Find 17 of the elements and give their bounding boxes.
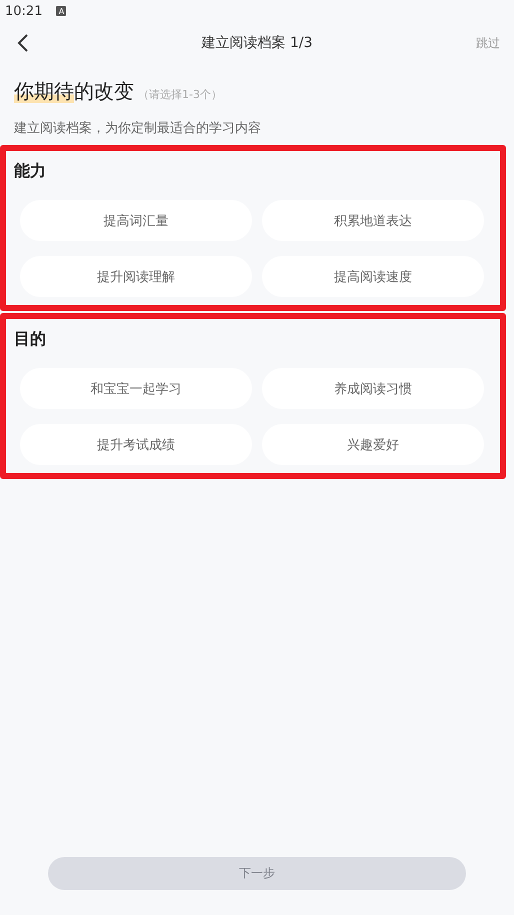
option-chip[interactable]: 积累地道表达 [262,200,484,241]
heading: 你期待的改变 [14,78,134,105]
option-chip[interactable]: 和宝宝一起学习 [20,368,252,409]
notification-badge: A [56,6,66,16]
back-icon[interactable] [17,34,29,52]
section-title: 能力 [13,161,47,182]
subtitle: 建立阅读档案，为你定制最适合的学习内容 [13,120,262,137]
option-chip[interactable]: 兴趣爱好 [262,424,484,465]
option-chip[interactable]: 提高词汇量 [20,200,252,241]
selection-hint: （请选择1-3个） [138,87,222,102]
option-chip[interactable]: 提高阅读速度 [262,256,484,297]
option-chip[interactable]: 提升阅读理解 [20,256,252,297]
option-chip[interactable]: 养成阅读习惯 [262,368,484,409]
status-time: 10:21 [5,4,42,18]
page-title: 建立阅读档案 1/3 [202,34,312,52]
option-chip[interactable]: 提升考试成绩 [20,424,252,465]
section-title: 目的 [13,329,47,350]
